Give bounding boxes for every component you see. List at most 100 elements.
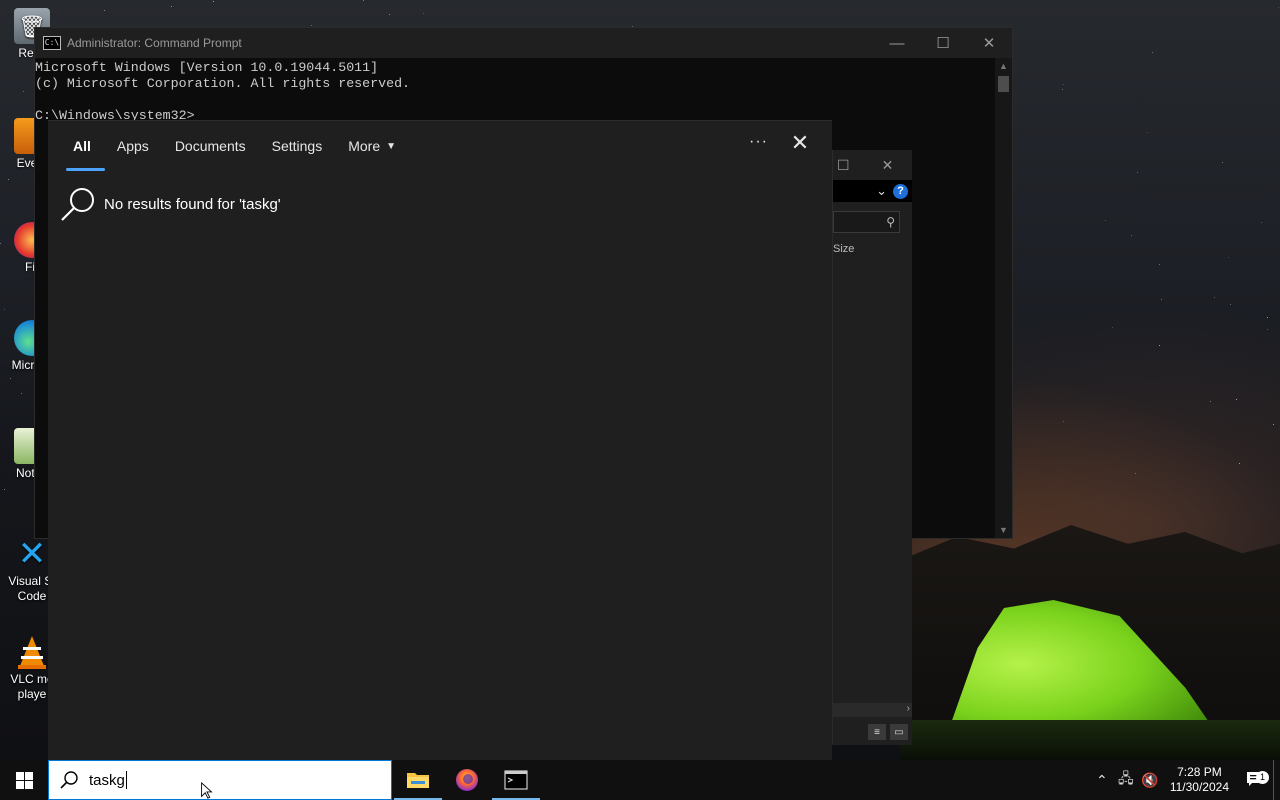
no-results-message: No results found for 'taskg' <box>60 185 281 223</box>
more-options-icon[interactable]: ··· <box>749 133 768 151</box>
close-button[interactable]: ✕ <box>966 28 1012 58</box>
maximize-icon[interactable]: ☐ <box>837 157 850 174</box>
tab-label: More <box>348 138 381 154</box>
system-tray: ⌃ 🖧 🔇 7:28 PM 11/30/2024 1 <box>1090 760 1280 800</box>
volume-muted-icon[interactable]: 🔇 <box>1138 772 1162 789</box>
clock[interactable]: 7:28 PM 11/30/2024 <box>1170 765 1229 795</box>
star <box>1261 222 1262 223</box>
star <box>1063 84 1064 85</box>
star <box>1278 7 1279 8</box>
column-header-size[interactable]: Size <box>833 243 912 255</box>
start-button[interactable] <box>0 760 48 800</box>
tab-all[interactable]: All <box>66 121 105 171</box>
caret-down-icon: ▼ <box>386 140 397 152</box>
text-caret <box>125 771 127 789</box>
star <box>1222 162 1223 163</box>
star <box>1152 52 1153 53</box>
details-view-icon[interactable]: ≡ <box>868 724 886 740</box>
star <box>1214 297 1215 298</box>
action-center-button[interactable]: 1 <box>1237 770 1273 790</box>
tab-label: Documents <box>174 138 246 154</box>
star <box>1063 421 1064 422</box>
tab-documents[interactable]: Documents <box>175 121 246 171</box>
ground <box>900 720 1280 760</box>
chevron-down-icon[interactable]: ⌄ <box>876 183 887 199</box>
chevron-down-icon[interactable]: ▼ <box>995 525 1012 535</box>
star <box>1159 345 1160 346</box>
star <box>1105 220 1106 221</box>
network-icon[interactable]: 🖧 <box>1114 768 1138 792</box>
search-query-text: taskg <box>89 771 125 789</box>
file-explorer-window-fragment[interactable]: ☐ ✕ ⌄ ? ⚲ Size › ≡ ▭ <box>832 150 912 745</box>
tab-more[interactable]: More ▼ <box>348 121 396 171</box>
view-toggle: ≡ ▭ <box>868 724 908 740</box>
close-icon[interactable]: ✕ <box>882 157 894 174</box>
search-filter-tabs: All Apps Documents Settings More ▼ <box>60 121 422 171</box>
star <box>1267 329 1268 330</box>
star <box>1062 89 1063 90</box>
cmd-scrollbar[interactable]: ▲ ▼ <box>995 58 1012 538</box>
minimize-button[interactable]: — <box>874 28 920 58</box>
star <box>21 393 22 394</box>
star <box>1267 317 1268 318</box>
explorer-titlebar[interactable]: ☐ ✕ <box>833 150 912 180</box>
cmd-titlebar[interactable]: C:\ Administrator: Command Prompt — ☐ ✕ <box>35 28 1012 58</box>
tab-label: All <box>73 138 91 154</box>
taskbar-file-explorer[interactable] <box>394 760 442 800</box>
taskbar-search-input[interactable]: taskg <box>48 760 392 800</box>
star <box>423 13 424 14</box>
star <box>389 14 390 15</box>
search-icon <box>60 185 98 223</box>
close-search-button[interactable]: ✕ <box>788 131 812 155</box>
star <box>1273 424 1274 425</box>
search-results-panel: All Apps Documents Settings More ▼ ··· ✕ … <box>48 120 832 761</box>
taskbar-command-prompt[interactable] <box>492 760 540 800</box>
mouse-cursor-icon <box>201 782 213 799</box>
star <box>1228 257 1229 258</box>
star <box>1147 132 1148 133</box>
vscode-icon: ✕ <box>17 534 47 573</box>
large-icons-view-icon[interactable]: ▭ <box>890 724 908 740</box>
taskbar-firefox[interactable] <box>443 760 491 800</box>
search-icon <box>60 771 78 789</box>
star <box>1131 235 1132 236</box>
console-line: Microsoft Windows [Version 10.0.19044.50… <box>35 60 379 75</box>
windows-logo-icon <box>15 771 33 789</box>
cmd-window-title: Administrator: Command Prompt <box>67 36 242 50</box>
tab-label: Apps <box>116 138 149 154</box>
chevron-up-icon[interactable]: ⌃ <box>1090 772 1114 789</box>
tab-apps[interactable]: Apps <box>117 121 149 171</box>
clock-date: 11/30/2024 <box>1169 780 1229 794</box>
star <box>1161 299 1162 300</box>
vlc-icon <box>14 634 50 670</box>
star <box>213 1 214 2</box>
file-explorer-icon <box>407 773 429 788</box>
star <box>4 489 5 490</box>
chevron-up-icon[interactable]: ▲ <box>995 61 1012 71</box>
star <box>1239 463 1240 464</box>
tab-label: Settings <box>271 138 323 154</box>
cmd-console-output[interactable]: Microsoft Windows [Version 10.0.19044.50… <box>35 58 1012 124</box>
show-desktop-button[interactable] <box>1273 760 1280 800</box>
star <box>363 0 364 1</box>
star <box>10 378 11 379</box>
scrollbar-thumb[interactable] <box>998 76 1009 92</box>
explorer-ribbon-bar: ⌄ ? <box>833 180 912 202</box>
explorer-search-box[interactable]: ⚲ <box>833 211 900 233</box>
tab-settings[interactable]: Settings <box>272 121 323 171</box>
maximize-button[interactable]: ☐ <box>920 28 966 58</box>
star <box>171 6 172 7</box>
star <box>1135 473 1136 474</box>
chevron-right-icon[interactable]: › <box>907 703 910 714</box>
clock-time: 7:28 PM <box>1177 765 1222 779</box>
star <box>1137 172 1138 173</box>
star <box>0 243 1 244</box>
command-prompt-icon <box>504 770 528 790</box>
star <box>1210 401 1211 402</box>
firefox-icon <box>456 769 478 791</box>
help-icon[interactable]: ? <box>893 183 908 199</box>
explorer-horizontal-scrollbar[interactable]: › <box>833 703 912 717</box>
star <box>1236 399 1237 400</box>
no-results-text: No results found for 'taskg' <box>104 195 281 213</box>
